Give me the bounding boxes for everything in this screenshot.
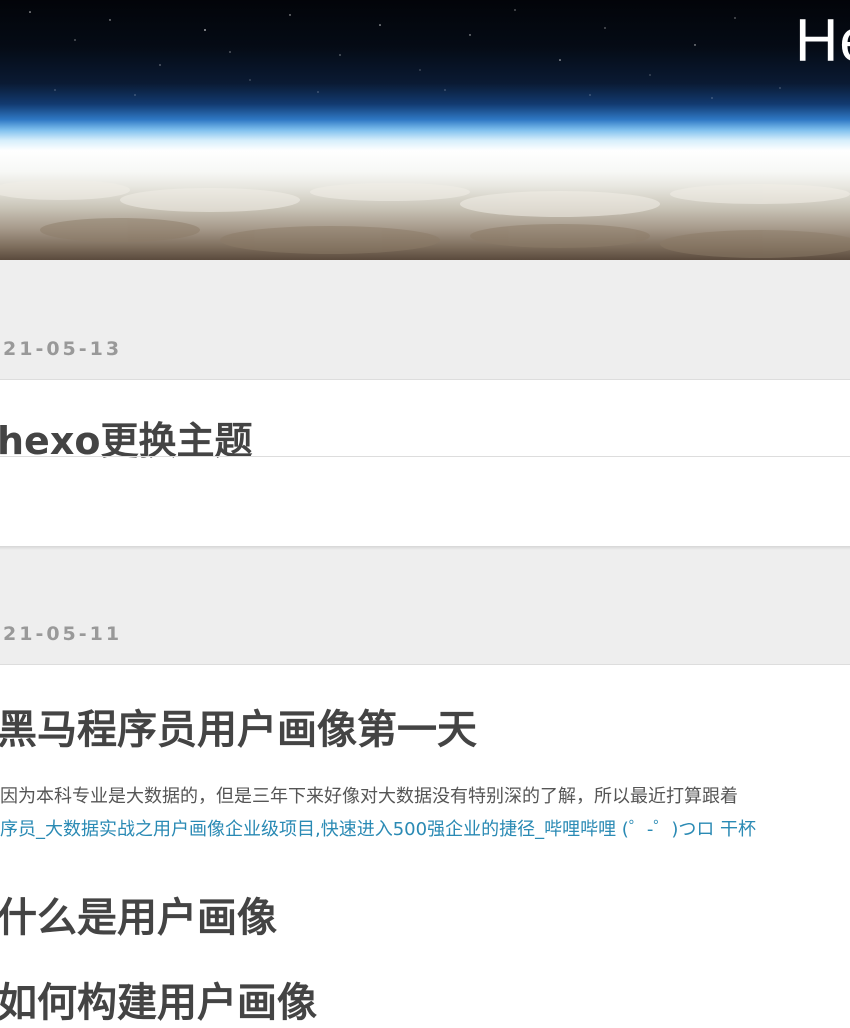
- post-title[interactable]: 黑马程序员用户画像第一天: [0, 697, 477, 755]
- section-heading: 如何构建用户画像: [0, 980, 317, 1026]
- section-heading: 什么是用户画像: [0, 895, 277, 941]
- starfield-image: [29, 9, 826, 99]
- bilibili-link[interactable]: 序员_大数据实战之用户画像企业级项目,快速进入500强企业的捷径_哔哩哔哩 (゜…: [0, 815, 756, 841]
- post-meta-band: 21-05-13: [0, 260, 850, 379]
- card-shadow: [0, 546, 850, 550]
- header-banner: He: [0, 0, 850, 260]
- site-title[interactable]: He: [795, 6, 850, 76]
- post-excerpt: 因为本科专业是大数据的，但是三年下来好像对大数据没有特别深的了解，所以最近打算跟…: [0, 786, 738, 807]
- clouds-image: [0, 180, 850, 258]
- post-card: 黑马程序员用户画像第一天 因为本科专业是大数据的，但是三年下来好像对大数据没有特…: [0, 665, 850, 1026]
- post-date: 21-05-11: [3, 623, 123, 645]
- title-underline: [0, 456, 850, 457]
- post-card: hexo更换主题: [0, 380, 850, 546]
- post-date: 21-05-13: [3, 338, 123, 360]
- post-meta-band: 21-05-11: [0, 546, 850, 664]
